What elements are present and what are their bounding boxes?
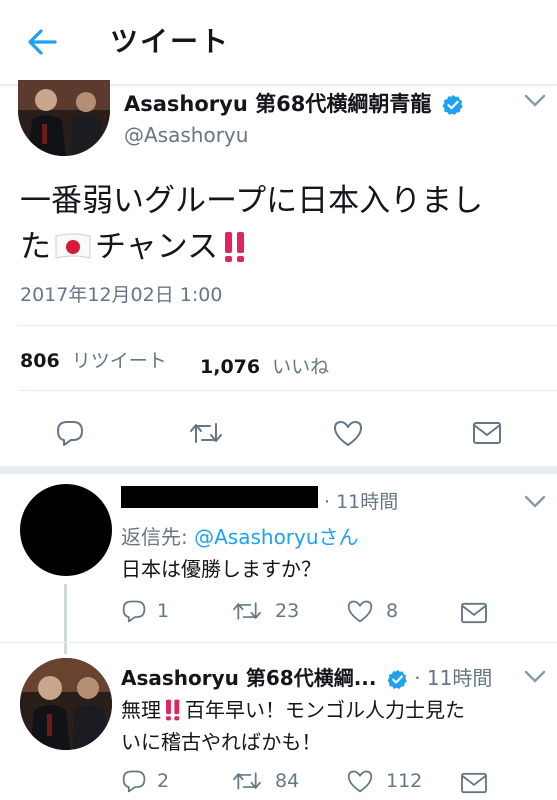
like-button[interactable]: 8	[346, 598, 398, 624]
avatar[interactable]	[20, 484, 112, 576]
top-bar: ツイート	[0, 0, 557, 85]
reply-text: 無理 百年早い！モンゴル人力士見た いに稽古やればかも！	[121, 694, 465, 758]
chevron-down-icon[interactable]	[524, 670, 546, 684]
japan-flag-icon	[55, 233, 91, 259]
divider	[18, 325, 557, 326]
reply-to-handle[interactable]: @Asashoryuさん	[194, 525, 358, 549]
reply-icon	[122, 600, 146, 623]
divider	[18, 390, 557, 391]
avatar[interactable]	[18, 80, 110, 156]
reply-text-pre: 無理	[121, 698, 161, 722]
reply-count: 2	[157, 770, 170, 792]
like-stats[interactable]: 1,076 いいね	[200, 352, 329, 379]
page-title: ツイート	[110, 25, 231, 58]
double-exclamation-icon	[225, 232, 245, 262]
retweet-stats[interactable]: 806 リツイート	[20, 346, 167, 373]
reply-to: 返信先: @Asashoryuさん	[121, 521, 359, 550]
section-separator	[0, 466, 557, 474]
reply-time[interactable]: · 11時間	[414, 666, 492, 690]
reply-text-post: 百年早い！モンゴル人力士見た	[185, 698, 465, 722]
reply-to-prefix: 返信先:	[121, 525, 195, 549]
avatar[interactable]	[20, 658, 112, 750]
retweet-label: リツイート	[71, 350, 167, 372]
thread-line	[64, 584, 67, 654]
divider	[0, 642, 557, 643]
reply-time[interactable]: · 11時間	[324, 487, 398, 514]
verified-badge-icon	[442, 94, 463, 115]
display-name[interactable]: Asashoryu 第68代横綱...	[121, 666, 377, 690]
author-line: Asashoryu 第68代横綱朝青龍	[124, 88, 464, 118]
reply-count: 1	[157, 600, 170, 622]
like-label: いいね	[272, 356, 330, 378]
tweet-timestamp[interactable]: 2017年12月02日 1:00	[20, 280, 222, 307]
author-line: Asashoryu 第68代横綱... · 11時間	[121, 662, 492, 691]
share-icon[interactable]	[472, 420, 502, 446]
chevron-down-icon[interactable]	[524, 495, 546, 509]
retweet-button[interactable]: 23	[231, 598, 299, 624]
reply-text-line2: いに稽古やればかも！	[121, 730, 322, 754]
double-exclamation-icon	[166, 699, 180, 721]
like-icon	[347, 770, 373, 793]
back-button[interactable]	[22, 24, 62, 60]
reply-button[interactable]: 2	[121, 768, 169, 794]
retweet-icon[interactable]	[188, 418, 224, 448]
reply-button[interactable]: 1	[121, 598, 169, 624]
share-icon[interactable]	[460, 771, 488, 795]
like-count: 8	[386, 600, 399, 622]
chevron-down-icon[interactable]	[524, 94, 546, 108]
retweet-button[interactable]: 84	[231, 768, 299, 794]
like-button[interactable]: 112	[346, 768, 422, 794]
redacted-name	[121, 486, 318, 508]
tweet-text-line1: 一番弱いグループに日本入りまし	[20, 183, 484, 219]
retweet-count: 806	[20, 350, 60, 372]
retweet-count: 23	[275, 600, 300, 622]
like-count: 112	[386, 770, 423, 792]
like-icon[interactable]	[332, 418, 364, 448]
reply-icon[interactable]	[55, 418, 85, 448]
retweet-icon	[233, 602, 261, 620]
tweet-text-line2-pre: た	[20, 229, 51, 265]
reply-text: 日本は優勝しますか？	[121, 557, 321, 581]
reply-icon	[122, 770, 146, 793]
back-arrow-icon	[28, 29, 57, 55]
like-count: 1,076	[200, 356, 261, 378]
verified-badge-icon	[387, 669, 407, 689]
like-icon	[347, 600, 373, 623]
retweet-icon	[233, 772, 261, 790]
display-name[interactable]: Asashoryu 第68代横綱朝青龍	[124, 92, 431, 116]
tweet-text: 一番弱いグループに日本入りまし た チャンス	[20, 178, 483, 270]
retweet-count: 84	[275, 770, 300, 792]
handle[interactable]: @Asashoryu	[124, 123, 248, 147]
share-icon[interactable]	[460, 601, 488, 625]
tweet-text-line2-mid: チャンス	[95, 229, 219, 265]
